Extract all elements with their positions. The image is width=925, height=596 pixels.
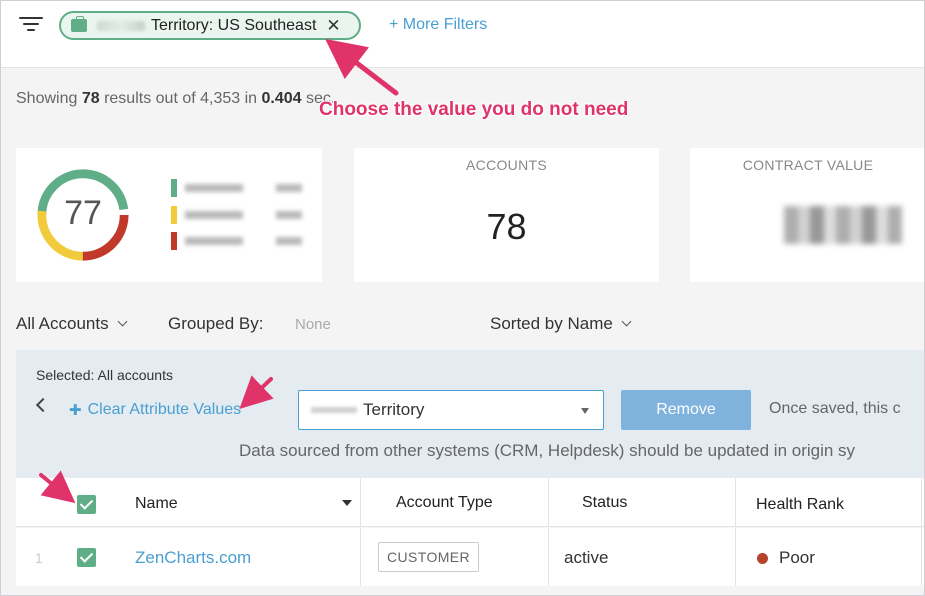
results-count: 78 bbox=[81, 90, 100, 107]
accounts-label: ACCOUNTS bbox=[466, 157, 547, 173]
health-rank-value: Poor bbox=[779, 548, 815, 567]
row-number: 1 bbox=[35, 550, 43, 566]
table-header: Name Account Type Status Health Rank bbox=[16, 478, 924, 527]
puzzle-icon: ✚ bbox=[69, 402, 82, 419]
summary-mid: results out of 4,353 in bbox=[104, 90, 258, 107]
column-header-name[interactable]: Name bbox=[135, 495, 178, 513]
column-header-status[interactable]: Status bbox=[582, 494, 627, 512]
redacted-text bbox=[97, 20, 145, 31]
filter-icon[interactable] bbox=[19, 17, 43, 33]
filter-chip-label: Territory: US Southeast bbox=[151, 16, 317, 34]
legend-row-good bbox=[171, 179, 306, 197]
row-checkbox[interactable] bbox=[77, 548, 96, 567]
grouped-by-label: Grouped By: bbox=[168, 314, 264, 333]
sort-label: Sorted by Name bbox=[490, 314, 613, 333]
filter-bar: Territory: US Southeast ✕ + More Filters bbox=[1, 1, 924, 68]
legend-row-fair bbox=[171, 206, 306, 224]
view-dropdown[interactable]: All Accounts bbox=[16, 314, 128, 334]
territory-filter-chip[interactable]: Territory: US Southeast ✕ bbox=[59, 11, 361, 40]
select-all-checkbox[interactable] bbox=[77, 495, 96, 514]
redacted-value bbox=[784, 206, 902, 244]
legend-row-poor bbox=[171, 232, 306, 250]
query-time: 0.404 bbox=[261, 90, 302, 107]
sort-dropdown[interactable]: Sorted by Name bbox=[490, 314, 632, 334]
briefcase-icon bbox=[71, 16, 87, 32]
attribute-select-value: Territory bbox=[363, 400, 425, 419]
account-name-link[interactable]: ZenCharts.com bbox=[135, 548, 251, 568]
bulk-action-panel: Selected: All accounts ✚ Clear Attribute… bbox=[16, 350, 924, 478]
results-summary: Showing 78 results out of 4,353 in 0.404… bbox=[16, 90, 335, 108]
accounts-value: 78 bbox=[486, 206, 527, 247]
caret-down-icon bbox=[581, 408, 589, 414]
save-note: Once saved, this c bbox=[769, 400, 901, 417]
selected-label: Selected: All accounts bbox=[36, 367, 173, 383]
contract-value-card: CONTRACT VALUE bbox=[690, 148, 924, 282]
clear-attr-label: Clear Attribute Values bbox=[87, 401, 242, 418]
summary-prefix: Showing bbox=[16, 90, 78, 107]
account-type-badge: CUSTOMER bbox=[378, 542, 480, 572]
chevron-left-icon[interactable] bbox=[35, 397, 51, 413]
contract-value-label: CONTRACT VALUE bbox=[742, 157, 874, 173]
sort-caret-icon[interactable] bbox=[342, 500, 352, 506]
health-rank-dot bbox=[757, 553, 768, 564]
annotation-callout: Choose the value you do not need bbox=[319, 99, 629, 120]
attribute-select[interactable]: Territory bbox=[298, 390, 604, 430]
app-frame: Territory: US Southeast ✕ + More Filters… bbox=[0, 0, 925, 596]
redacted-text bbox=[311, 407, 357, 413]
table-row[interactable]: 1 ZenCharts.com CUSTOMER active Poor bbox=[16, 528, 924, 586]
grouped-by-value[interactable]: None bbox=[295, 316, 331, 333]
health-card: 77 bbox=[16, 148, 322, 282]
health-score: 77 bbox=[64, 194, 102, 232]
status-value: active bbox=[564, 548, 609, 567]
clear-attribute-values-link[interactable]: ✚ Clear Attribute Values bbox=[69, 401, 241, 419]
remove-button[interactable]: Remove bbox=[621, 390, 751, 430]
column-header-health-rank[interactable]: Health Rank bbox=[756, 496, 844, 514]
chevron-down-icon bbox=[621, 316, 632, 327]
accounts-card: ACCOUNTS 78 bbox=[354, 148, 659, 282]
data-source-note: Data sourced from other systems (CRM, He… bbox=[239, 441, 856, 460]
column-header-account-type[interactable]: Account Type bbox=[396, 494, 493, 512]
view-label: All Accounts bbox=[16, 314, 109, 333]
chevron-down-icon bbox=[117, 316, 128, 327]
close-icon[interactable]: ✕ bbox=[326, 16, 340, 36]
more-filters-link[interactable]: + More Filters bbox=[389, 16, 487, 34]
